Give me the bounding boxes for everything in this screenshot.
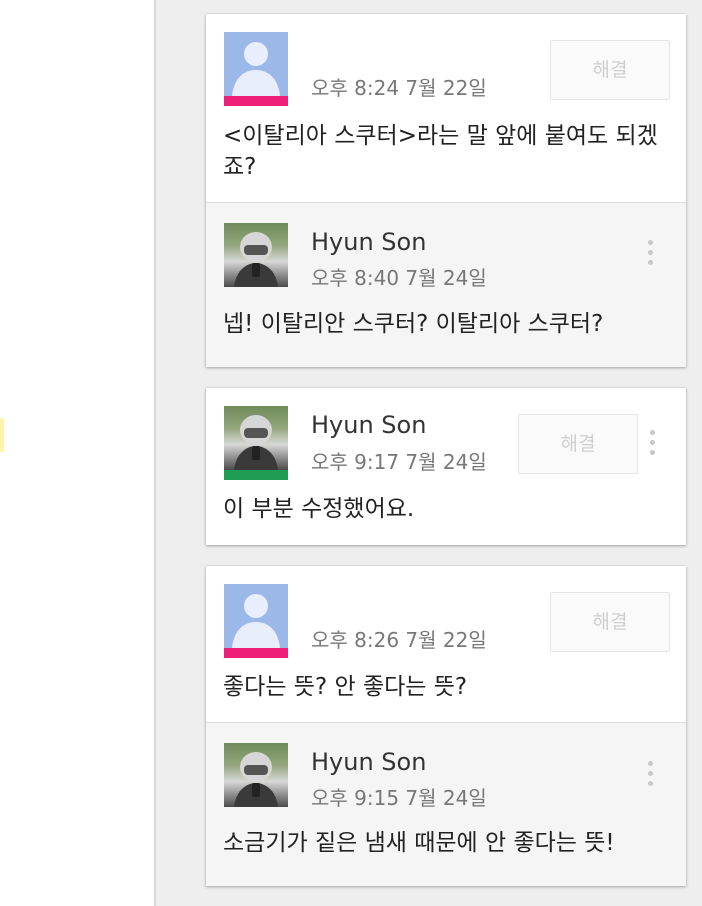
comment: Hyun Son 오후 9:17 7월 24일 해결 이 부분 수정했어요. <box>206 388 686 545</box>
comment-text: 좋다는 뜻? 안 좋다는 뜻? <box>223 674 468 700</box>
document-area <box>0 0 155 906</box>
comment-reply: Hyun Son 오후 9:15 7월 24일 소금기가 짙은 냄새 때문에 안… <box>206 722 686 886</box>
default-avatar-icon <box>224 584 288 648</box>
user-color-bar <box>224 470 288 480</box>
comment-text: <이탈리아 스쿠터>라는 말 앞에 붙여도 되겠죠? <box>223 123 658 180</box>
resolve-button[interactable]: 해결 <box>518 414 638 474</box>
comment-text: 소금기가 짙은 냄새 때문에 안 좋다는 뜻! <box>223 830 615 856</box>
more-vert-icon[interactable] <box>645 761 655 791</box>
more-vert-icon[interactable] <box>647 430 657 460</box>
comment-thread: 오후 8:24 7월 22일 해결 <이탈리아 스쿠터>라는 말 앞에 붙여도 … <box>206 14 686 367</box>
comment-author: Hyun Son <box>311 411 427 439</box>
comment-author: Hyun Son <box>311 228 427 256</box>
more-vert-icon[interactable] <box>645 240 655 270</box>
comment-reply: Hyun Son 오후 8:40 7월 24일 넵! 이탈리안 스쿠터? 이탈리… <box>206 202 686 367</box>
resolve-button[interactable]: 해결 <box>550 40 670 100</box>
avatar <box>224 223 288 287</box>
comment-timestamp: 오후 9:15 7월 24일 <box>311 786 487 810</box>
comment-thread: 오후 8:26 7월 22일 해결 좋다는 뜻? 안 좋다는 뜻? Hyun S… <box>206 566 686 886</box>
comment-timestamp: 오후 8:24 7월 22일 <box>311 76 487 100</box>
comment-author: Hyun Son <box>311 748 427 776</box>
user-color-bar <box>224 648 288 658</box>
comment-thread: Hyun Son 오후 9:17 7월 24일 해결 이 부분 수정했어요. <box>206 388 686 545</box>
default-avatar-icon <box>224 32 288 96</box>
comment-timestamp: 오후 8:40 7월 24일 <box>311 266 487 290</box>
comment-highlight[interactable] <box>0 418 4 452</box>
comment-text: 넵! 이탈리안 스쿠터? 이탈리아 스쿠터? <box>223 311 604 337</box>
comment: 오후 8:24 7월 22일 해결 <이탈리아 스쿠터>라는 말 앞에 붙여도 … <box>206 14 686 202</box>
user-color-bar <box>224 96 288 106</box>
resolve-button[interactable]: 해결 <box>550 592 670 652</box>
avatar <box>224 743 288 807</box>
comment-timestamp: 오후 8:26 7월 22일 <box>311 628 487 652</box>
comment: 오후 8:26 7월 22일 해결 좋다는 뜻? 안 좋다는 뜻? <box>206 566 686 722</box>
comment-timestamp: 오후 9:17 7월 24일 <box>311 450 487 474</box>
avatar <box>224 406 288 470</box>
comment-text: 이 부분 수정했어요. <box>223 496 415 522</box>
